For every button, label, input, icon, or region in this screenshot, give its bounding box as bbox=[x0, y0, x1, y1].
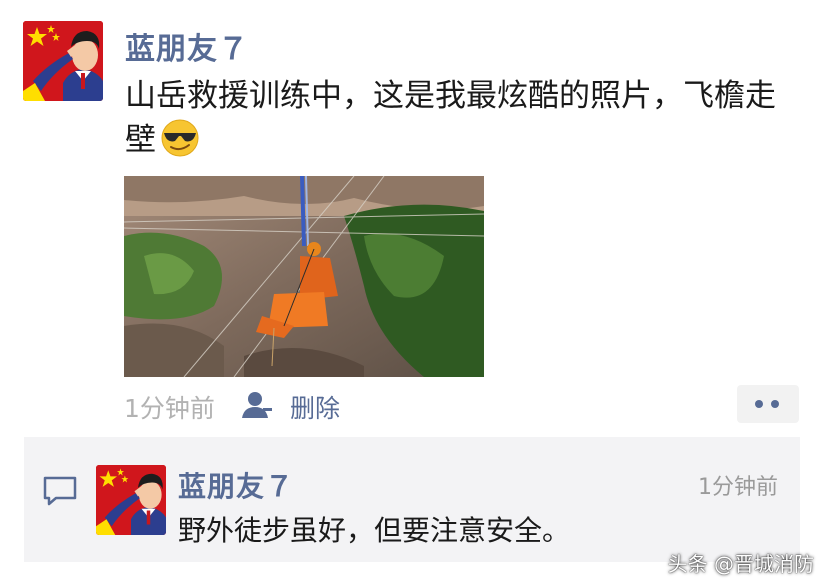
privacy-person-icon[interactable] bbox=[242, 391, 272, 419]
comment-author-avatar[interactable] bbox=[96, 465, 166, 535]
avatar-saluting-officer-image bbox=[96, 465, 166, 535]
rope-rescue-photo-image bbox=[124, 176, 484, 377]
comment-author-name[interactable]: 蓝朋友７ bbox=[178, 465, 294, 505]
comment-time: 1分钟前 bbox=[698, 475, 778, 500]
post-photo[interactable] bbox=[124, 176, 484, 377]
more-dot-icon bbox=[755, 400, 763, 408]
more-actions-button[interactable] bbox=[737, 385, 799, 423]
post-author-name[interactable]: 蓝朋友７ bbox=[125, 24, 249, 68]
delete-button[interactable]: 删除 bbox=[290, 389, 340, 425]
author-avatar[interactable] bbox=[23, 21, 103, 101]
watermark: 头条 @晋城消防 bbox=[667, 552, 814, 576]
post-text-content: 山岳救援训练中，这是我最炫酷的照片，飞檐走壁 bbox=[125, 78, 776, 158]
avatar-saluting-officer-image bbox=[23, 21, 103, 101]
post-text: 山岳救援训练中，这是我最炫酷的照片，飞檐走壁 bbox=[125, 74, 795, 162]
comment-text[interactable]: 野外徒步虽好，但要注意安全。 bbox=[178, 509, 570, 549]
more-dot-icon bbox=[771, 400, 779, 408]
post-time: 1分钟前 bbox=[124, 394, 215, 423]
comment-bubble-icon bbox=[43, 476, 77, 506]
sunglasses-emoji-icon bbox=[161, 119, 199, 157]
